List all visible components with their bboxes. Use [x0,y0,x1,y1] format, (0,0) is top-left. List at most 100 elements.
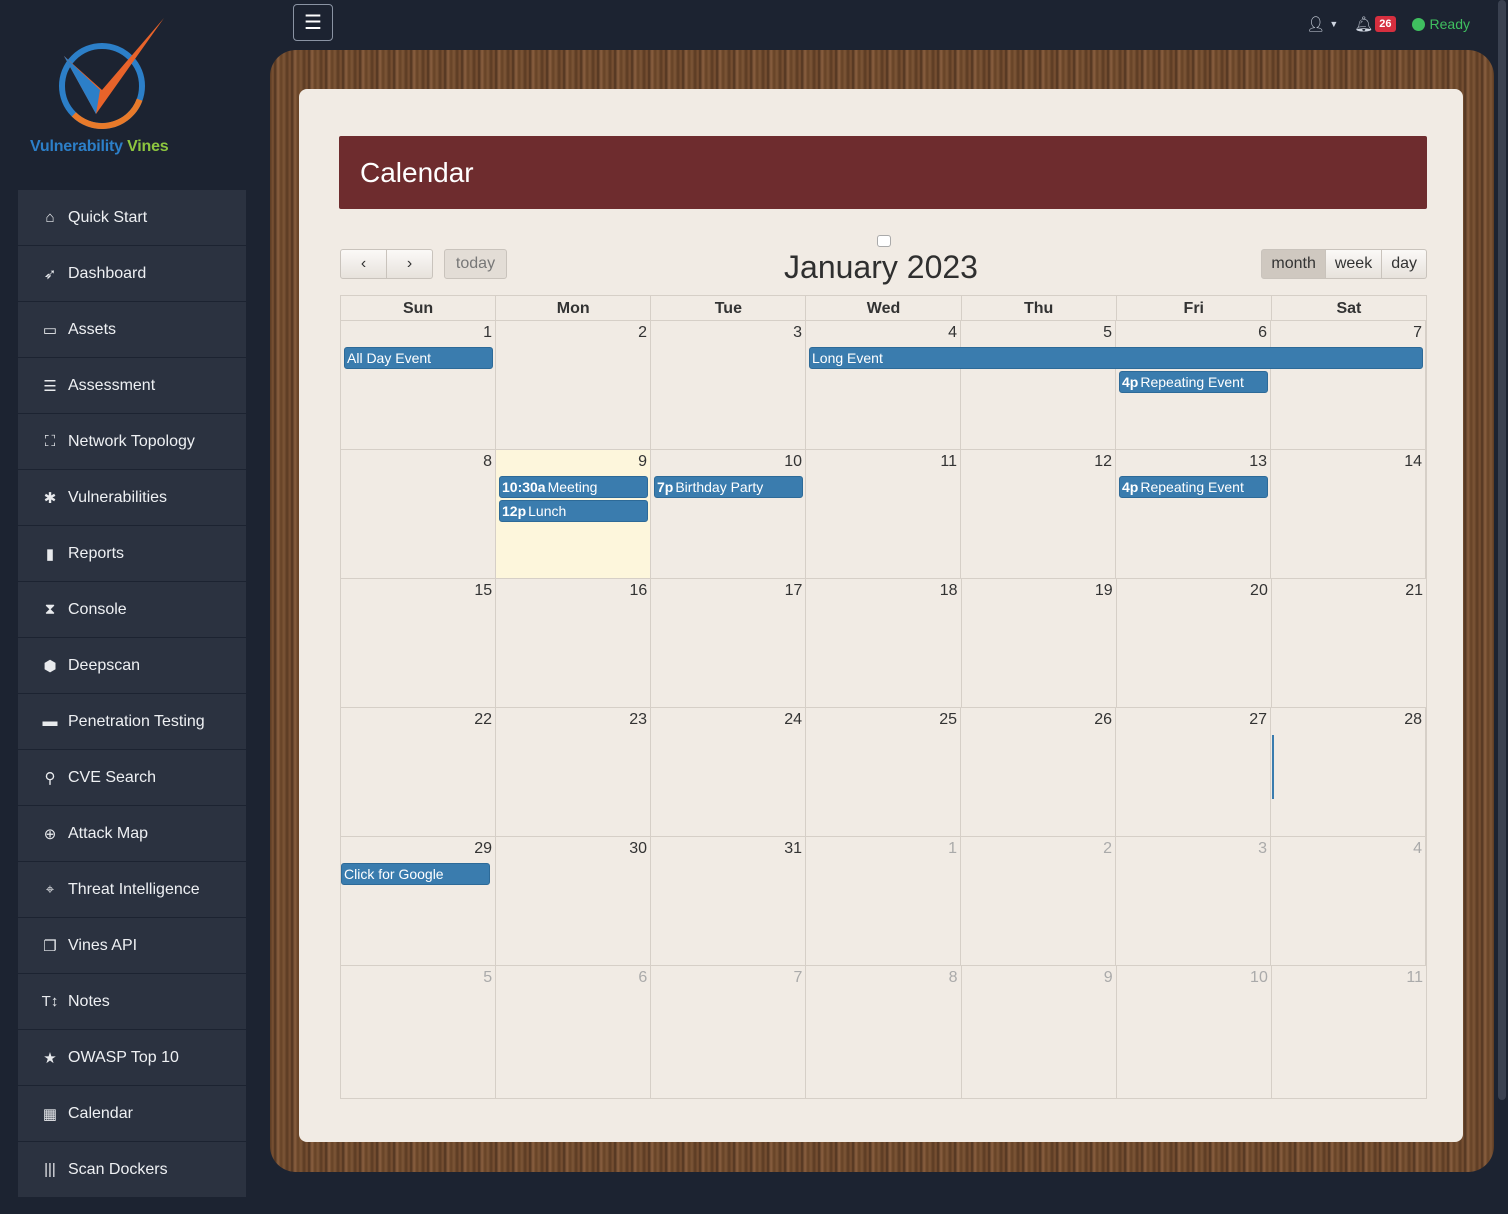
day-number[interactable]: 29 [474,840,492,858]
day-number[interactable]: 18 [940,582,958,600]
event-repeating[interactable]: 4p Repeating Event [1119,476,1268,498]
page-scrollbar[interactable] [1498,0,1506,1100]
day-cell[interactable]: 2 [961,837,1116,965]
day-number[interactable]: 7 [794,969,803,987]
event-lunch[interactable]: 12p Lunch [499,500,648,522]
day-number[interactable]: 6 [638,969,647,987]
day-cell[interactable]: 1 [806,837,961,965]
day-number[interactable]: 28 [1404,711,1422,729]
day-number[interactable]: 16 [629,582,647,600]
sidebar-item-penetration-testing[interactable]: ▬ Penetration Testing [18,694,246,750]
sidebar-item-dashboard[interactable]: ➶ Dashboard [18,246,246,302]
day-cell[interactable]: 3 [651,321,806,449]
brand-logo[interactable]: Vulnerability Vines [28,14,188,164]
day-cell[interactable]: 9 [962,966,1117,1098]
sidebar-item-notes[interactable]: T↕ Notes [18,974,246,1030]
event-birthday[interactable]: 7p Birthday Party [654,476,803,498]
day-cell[interactable]: 10 [651,450,806,578]
day-cell[interactable]: 5 [961,321,1116,449]
event-all-day[interactable]: All Day Event [344,347,493,369]
sidebar-item-vines-api[interactable]: ❐ Vines API [18,918,246,974]
sidebar-item-deepscan[interactable]: ⬢ Deepscan [18,638,246,694]
sidebar-item-owasp-top-10[interactable]: ★ OWASP Top 10 [18,1030,246,1086]
day-number[interactable]: 17 [785,582,803,600]
day-number[interactable]: 3 [1258,840,1267,858]
sidebar-item-attack-map[interactable]: ⊕ Attack Map [18,806,246,862]
day-number[interactable]: 10 [1250,969,1268,987]
day-number[interactable]: 26 [1094,711,1112,729]
day-cell[interactable]: 8 [341,450,496,578]
day-cell[interactable]: 19 [962,579,1117,707]
day-number[interactable]: 8 [483,453,492,471]
sidebar-item-vulnerabilities[interactable]: ✱ Vulnerabilities [18,470,246,526]
notifications-button[interactable]: 🔔︎ 26 [1354,15,1396,33]
day-number[interactable]: 25 [939,711,957,729]
day-cell[interactable]: 23 [496,708,651,836]
day-cell[interactable]: 3 [1116,837,1271,965]
day-number[interactable]: 1 [948,840,957,858]
day-number[interactable]: 30 [629,840,647,858]
day-number[interactable]: 9 [1104,969,1113,987]
day-view-button[interactable]: day [1382,249,1427,279]
day-cell[interactable]: 30 [496,837,651,965]
day-number[interactable]: 15 [474,582,492,600]
sidebar-item-network-topology[interactable]: ⛶ Network Topology [18,414,246,470]
sidebar-item-scan-dockers[interactable]: ||| Scan Dockers [18,1142,246,1198]
day-cell[interactable]: 16 [496,579,652,707]
day-number[interactable]: 5 [1103,324,1112,342]
week-view-button[interactable]: week [1325,249,1383,279]
day-number[interactable]: 2 [1103,840,1112,858]
day-cell[interactable]: 15 [341,579,497,707]
menu-toggle-button[interactable]: ☰ [293,4,333,41]
day-number[interactable]: 11 [1406,969,1423,987]
day-cell[interactable]: 5 [341,966,497,1098]
sidebar-item-reports[interactable]: ▮ Reports [18,526,246,582]
day-cell[interactable]: 12 [961,450,1116,578]
tiny-checkbox[interactable] [877,235,891,247]
day-cell[interactable]: 29 [341,837,496,965]
day-cell[interactable]: 21 [1272,579,1426,707]
event-repeating[interactable]: 4p Repeating Event [1119,371,1268,393]
sidebar-item-console[interactable]: ⧗ Console [18,582,246,638]
user-menu-button[interactable]: 👤︎ ▼ [1306,15,1338,33]
sidebar-item-assets[interactable]: ▭ Assets [18,302,246,358]
day-cell[interactable]: 28 [1271,708,1426,836]
event-long[interactable]: Long Event [809,347,1423,369]
day-cell[interactable]: 4 [806,321,961,449]
day-cell[interactable]: 8 [806,966,962,1098]
day-number[interactable]: 31 [784,840,802,858]
day-number[interactable]: 5 [483,969,492,987]
day-cell[interactable]: 18 [806,579,962,707]
sidebar-item-assessment[interactable]: ☰ Assessment [18,358,246,414]
day-number[interactable]: 27 [1249,711,1267,729]
day-cell[interactable]: 25 [806,708,961,836]
day-number[interactable]: 11 [940,453,957,471]
day-cell[interactable]: 10 [1117,966,1272,1098]
day-number[interactable]: 7 [1413,324,1422,342]
day-number[interactable]: 21 [1405,582,1423,600]
day-cell[interactable]: 7 [1271,321,1426,449]
day-number[interactable]: 14 [1404,453,1422,471]
day-number[interactable]: 9 [638,453,647,471]
day-number[interactable]: 22 [474,711,492,729]
day-number[interactable]: 10 [784,453,802,471]
day-number[interactable]: 3 [793,324,802,342]
day-number[interactable]: 12 [1094,453,1112,471]
day-number[interactable]: 2 [638,324,647,342]
sidebar-item-threat-intelligence[interactable]: ⌖ Threat Intelligence [18,862,246,918]
day-number[interactable]: 19 [1095,582,1113,600]
day-cell[interactable]: 17 [651,579,807,707]
day-number[interactable]: 4 [948,324,957,342]
sidebar-item-cve-search[interactable]: ⚲ CVE Search [18,750,246,806]
event-google-link[interactable]: Click for Google [341,863,490,885]
day-number[interactable]: 20 [1250,582,1268,600]
day-cell[interactable]: 6 [496,966,652,1098]
sidebar-item-calendar[interactable]: ▦ Calendar [18,1086,246,1142]
day-cell[interactable]: 24 [651,708,806,836]
month-view-button[interactable]: month [1261,249,1326,279]
sidebar-item-quick-start[interactable]: ⌂ Quick Start [18,190,246,246]
day-number[interactable]: 8 [949,969,958,987]
day-cell[interactable]: 11 [806,450,961,578]
day-cell[interactable]: 4 [1271,837,1426,965]
day-number[interactable]: 23 [629,711,647,729]
